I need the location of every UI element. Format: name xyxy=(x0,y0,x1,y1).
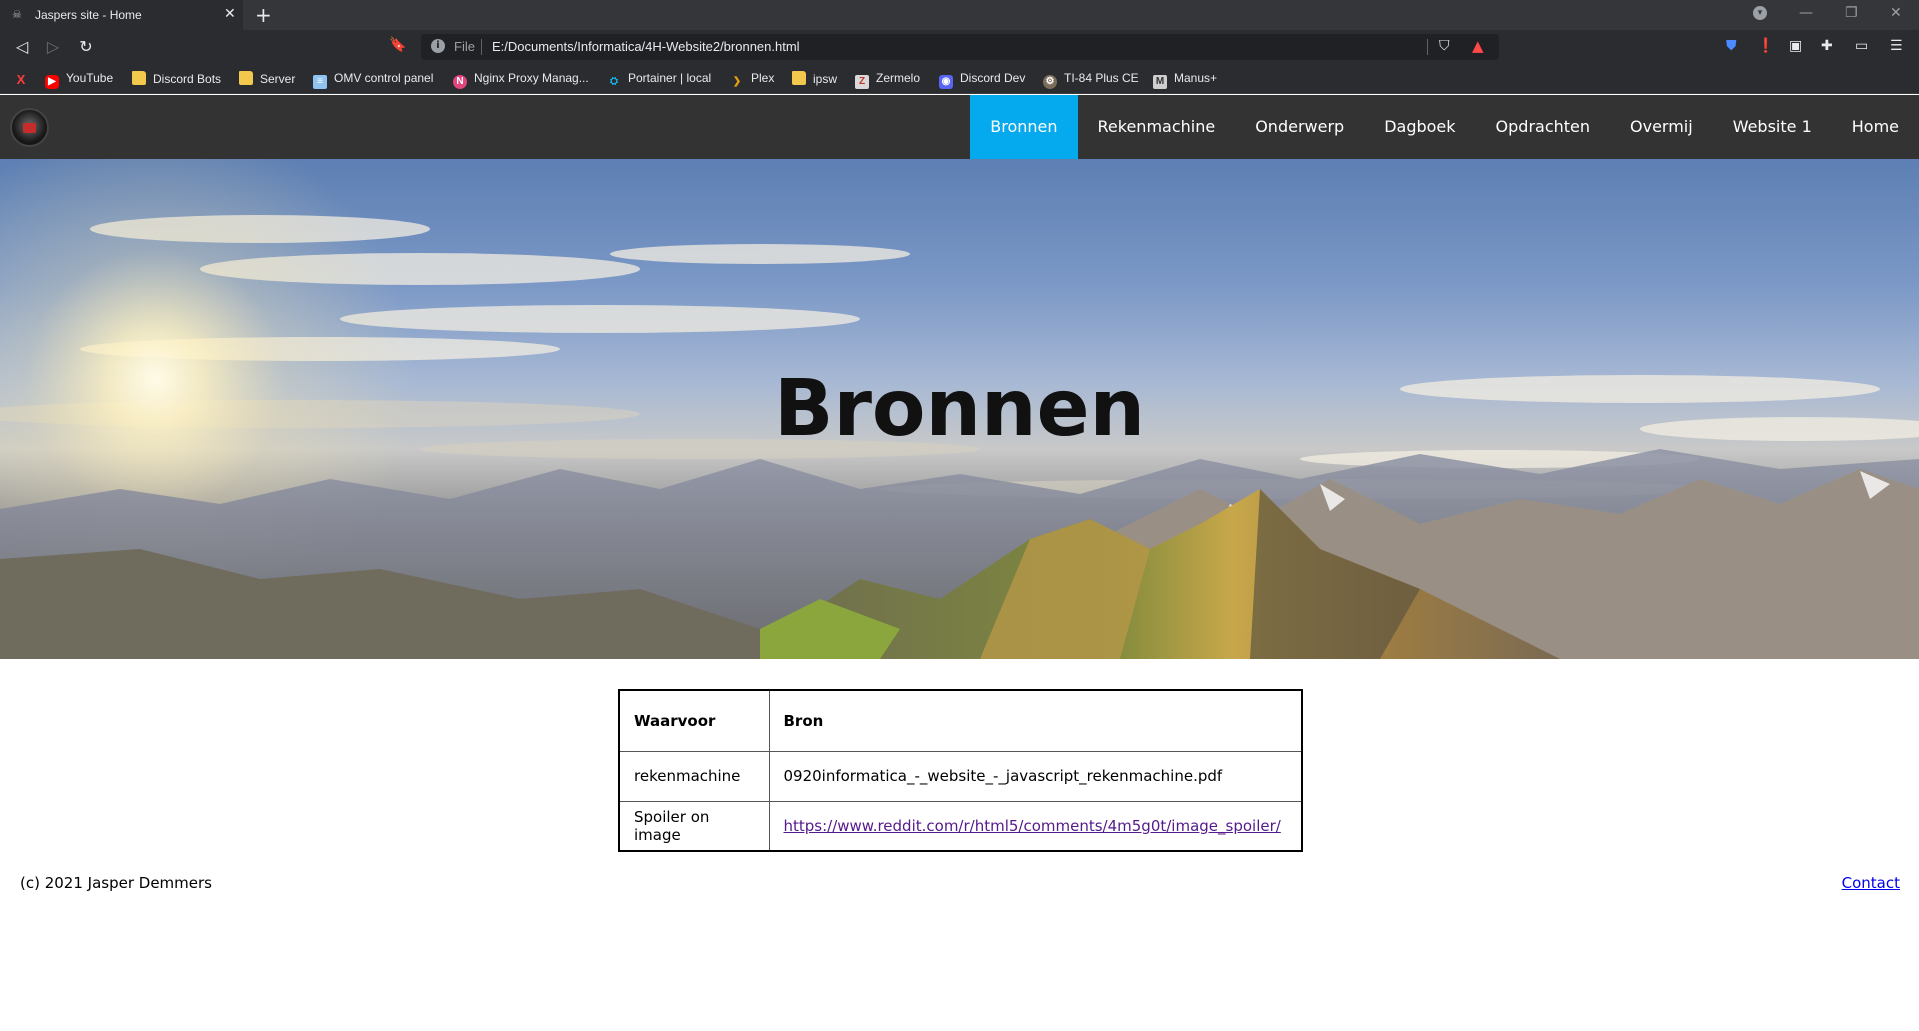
tab-close-icon[interactable]: ✕ xyxy=(224,6,236,22)
address-separator xyxy=(481,39,482,55)
address-scheme: File xyxy=(454,39,475,54)
bookmark-discord-dev[interactable]: ◉ Discord Dev xyxy=(939,71,1025,89)
nav-item-overmij[interactable]: Overmij xyxy=(1610,95,1713,159)
extension-icon[interactable]: ❗ xyxy=(1757,38,1774,54)
footer-copyright: (c) 2021 Jasper Demmers xyxy=(20,874,212,892)
manus-icon: M xyxy=(1153,75,1167,89)
nav-item-onderwerp[interactable]: Onderwerp xyxy=(1235,95,1364,159)
bookmark-ti84[interactable]: ⚙ TI-84 Plus CE xyxy=(1043,71,1139,89)
minimize-icon[interactable]: — xyxy=(1799,5,1813,21)
bookmark-zermelo[interactable]: Z Zermelo xyxy=(855,71,920,89)
forward-icon[interactable]: ▷ xyxy=(43,37,63,57)
bookmark-plex[interactable]: ❯ Plex xyxy=(730,71,775,87)
brave-shields-icon[interactable]: ⛉ xyxy=(1439,38,1450,54)
bookmark-youtube[interactable]: ▶ YouTube xyxy=(45,71,113,89)
omv-icon: ≡ xyxy=(313,75,327,89)
bookmark-server[interactable]: Server xyxy=(239,71,295,87)
bookmark-nginx[interactable]: N Nginx Proxy Manag... xyxy=(453,71,589,89)
portainer-icon: ⛭ xyxy=(610,76,618,87)
menu-icon[interactable]: ☰ xyxy=(1890,38,1903,54)
bookmark-x[interactable]: X xyxy=(14,71,35,87)
address-url[interactable]: E:/Documents/Informatica/4H-Website2/bro… xyxy=(492,39,800,54)
source-link[interactable]: https://www.reddit.com/r/html5/comments/… xyxy=(784,817,1281,835)
hero-title: Bronnen xyxy=(774,364,1145,454)
sources-table: Waarvoor Bron rekenmachine 0920informati… xyxy=(618,689,1303,852)
column-header-bron: Bron xyxy=(768,689,1303,752)
nginx-icon: N xyxy=(453,75,467,89)
bookmark-portainer[interactable]: ⛭ Portainer | local xyxy=(607,71,711,87)
ti84-icon: ⚙ xyxy=(1043,75,1057,89)
folder-icon xyxy=(132,71,146,85)
site-info-icon[interactable]: i xyxy=(431,39,445,53)
discord-icon: ◉ xyxy=(939,75,953,89)
site-navbar: Bronnen Rekenmachine Onderwerp Dagboek O… xyxy=(0,95,1919,159)
site-favicon-icon: ☠ xyxy=(12,8,22,21)
address-separator-right xyxy=(1427,39,1428,55)
brave-wallet-icon[interactable]: ▭ xyxy=(1855,38,1868,54)
browser-tabstrip: ☠ Jaspers site - Home ✕ + ▾ — ❐ ✕ xyxy=(0,0,1919,30)
tab-title: Jaspers site - Home xyxy=(35,8,142,22)
bookmark-page-icon[interactable]: 🔖 xyxy=(389,37,406,53)
bookmark-discord-bots[interactable]: Discord Bots xyxy=(132,71,221,87)
bookmark-manus[interactable]: M Manus+ xyxy=(1153,71,1217,89)
bookmark-omv[interactable]: ≡ OMV control panel xyxy=(313,71,433,89)
folder-icon xyxy=(792,71,806,85)
cell-purpose: Spoiler on image xyxy=(618,800,770,852)
plex-icon: ❯ xyxy=(732,76,742,87)
table-row: rekenmachine 0920informatica_-_website_-… xyxy=(618,750,1303,802)
browser-tab[interactable]: ☠ Jaspers site - Home ✕ xyxy=(0,0,243,30)
cell-purpose: rekenmachine xyxy=(618,750,770,802)
tab-search-icon[interactable]: ▾ xyxy=(1753,6,1767,20)
extensions-puzzle-icon[interactable]: ✚ xyxy=(1821,38,1833,54)
sources-table-container: Waarvoor Bron rekenmachine 0920informati… xyxy=(618,689,1303,852)
site-logo[interactable] xyxy=(10,108,49,147)
nav-item-bronnen[interactable]: Bronnen xyxy=(970,95,1078,159)
table-header-row: Waarvoor Bron xyxy=(618,689,1303,752)
hero-banner: Bronnen xyxy=(0,159,1919,659)
address-bar[interactable]: i File E:/Documents/Informatica/4H-Websi… xyxy=(421,34,1499,60)
nav-item-website-1[interactable]: Website 1 xyxy=(1713,95,1832,159)
brave-rewards-icon[interactable]: ▲ xyxy=(1472,37,1484,55)
youtube-icon: ▶ xyxy=(45,75,59,89)
footer-contact-link[interactable]: Contact xyxy=(1842,874,1900,892)
nav-item-opdrachten[interactable]: Opdrachten xyxy=(1476,95,1610,159)
bookmark-ipsw[interactable]: ipsw xyxy=(792,71,837,87)
restore-icon[interactable]: ❐ xyxy=(1845,5,1858,21)
cell-source: 0920informatica_-_website_-_javascript_r… xyxy=(768,750,1303,802)
web-page: Bronnen Rekenmachine Onderwerp Dagboek O… xyxy=(0,95,1919,1031)
table-row: Spoiler on image https://www.reddit.com/… xyxy=(618,800,1303,852)
zermelo-icon: Z xyxy=(855,75,869,89)
back-icon[interactable]: ◁ xyxy=(12,37,32,57)
cell-source: https://www.reddit.com/r/html5/comments/… xyxy=(768,800,1303,852)
column-header-waarvoor: Waarvoor xyxy=(618,689,770,752)
site-nav-items: Bronnen Rekenmachine Onderwerp Dagboek O… xyxy=(970,95,1919,159)
window-close-icon[interactable]: ✕ xyxy=(1890,5,1902,21)
new-tab-icon[interactable]: + xyxy=(255,3,272,27)
nav-item-home[interactable]: Home xyxy=(1832,95,1919,159)
wallet-extension-icon[interactable]: ▣ xyxy=(1789,38,1802,54)
bitwarden-icon[interactable]: ⛊ xyxy=(1726,38,1737,54)
browser-toolbar: ◁ ▷ ↻ 🔖 i File E:/Documents/Informatica/… xyxy=(0,30,1919,64)
bookmarks-bar: X ▶ YouTube Discord Bots Server ≡ OMV cont… xyxy=(0,64,1919,94)
x-icon: X xyxy=(16,72,26,87)
folder-icon xyxy=(239,71,253,85)
nav-item-dagboek[interactable]: Dagboek xyxy=(1364,95,1475,159)
reload-icon[interactable]: ↻ xyxy=(76,37,96,57)
nav-item-rekenmachine[interactable]: Rekenmachine xyxy=(1078,95,1236,159)
